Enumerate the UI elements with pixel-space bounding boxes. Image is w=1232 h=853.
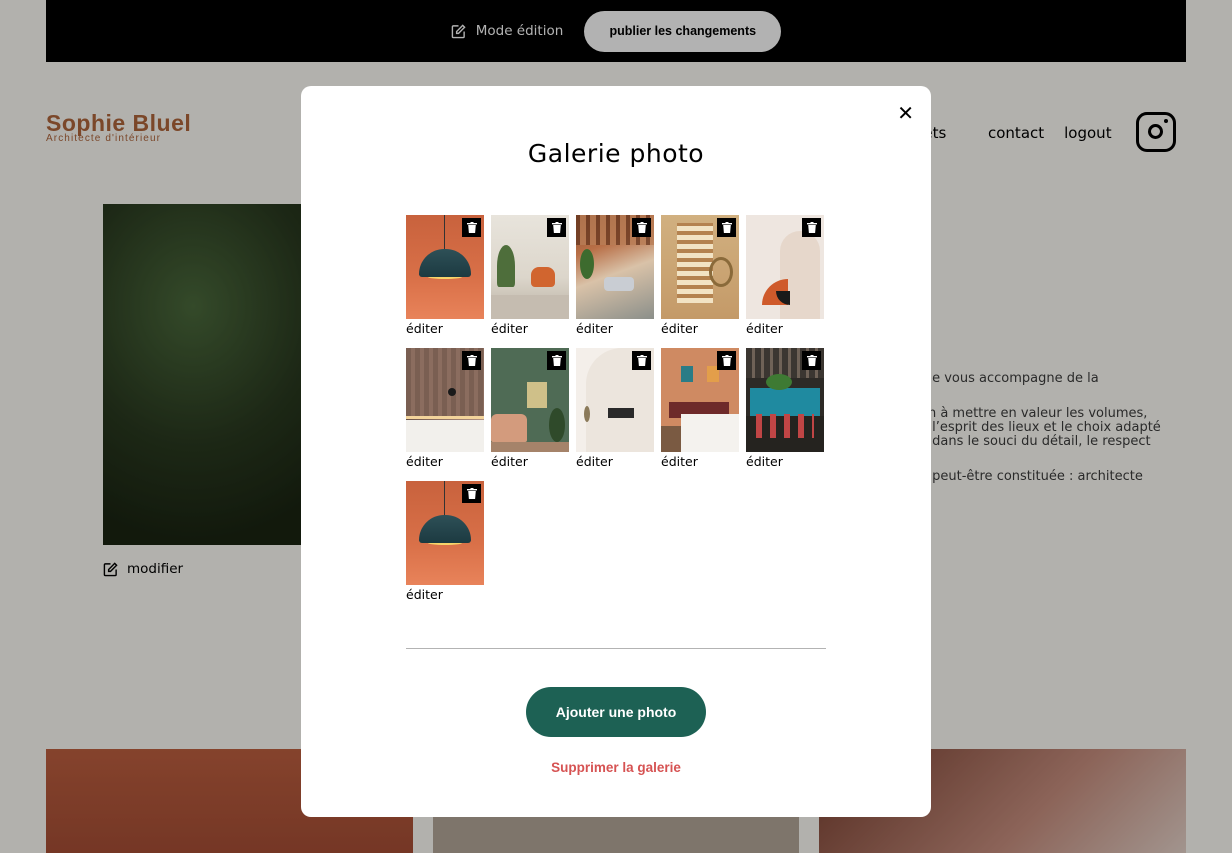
thumbnail-image (661, 348, 739, 452)
thumbnail-image (746, 215, 824, 319)
gallery-thumbnail: éditer (491, 348, 569, 469)
thumbnail-image (576, 215, 654, 319)
trash-icon[interactable] (462, 218, 481, 237)
edit-photo-link[interactable]: éditer (491, 321, 569, 336)
edit-photo-link[interactable]: éditer (576, 454, 654, 469)
edit-photo-link[interactable]: éditer (661, 454, 739, 469)
edit-photo-link[interactable]: éditer (406, 321, 484, 336)
gallery-thumbnail: éditer (576, 348, 654, 469)
thumbnail-image (661, 215, 739, 319)
gallery-thumbnail: éditer (406, 348, 484, 469)
trash-icon[interactable] (802, 351, 821, 370)
thumbnail-image (406, 481, 484, 585)
edit-photo-link[interactable]: éditer (746, 321, 824, 336)
edit-photo-link[interactable]: éditer (406, 454, 484, 469)
gallery-thumbnail: éditer (746, 348, 824, 469)
close-icon[interactable]: ✕ (897, 103, 914, 123)
gallery-thumbnail: éditer (661, 348, 739, 469)
gallery-thumbnail: éditer (406, 481, 484, 602)
edit-photo-link[interactable]: éditer (491, 454, 569, 469)
modal-title: Galerie photo (527, 139, 705, 168)
thumbnail-image (406, 348, 484, 452)
thumbnail-image (491, 348, 569, 452)
thumbnail-image (746, 348, 824, 452)
trash-icon[interactable] (717, 351, 736, 370)
delete-gallery-link[interactable]: Supprimer la galerie (301, 760, 931, 775)
thumbnail-image (491, 215, 569, 319)
gallery-thumbnail: éditer (491, 215, 569, 336)
trash-icon[interactable] (802, 218, 821, 237)
thumbnail-image (576, 348, 654, 452)
trash-icon[interactable] (547, 218, 566, 237)
trash-icon[interactable] (632, 218, 651, 237)
trash-icon[interactable] (547, 351, 566, 370)
edit-photo-link[interactable]: éditer (576, 321, 654, 336)
edit-photo-link[interactable]: éditer (746, 454, 824, 469)
gallery-thumbnail: éditer (746, 215, 824, 336)
edit-photo-link[interactable]: éditer (661, 321, 739, 336)
trash-icon[interactable] (462, 351, 481, 370)
divider (406, 648, 826, 649)
gallery-thumbnail: éditer (576, 215, 654, 336)
gallery-thumbnail: éditer (406, 215, 484, 336)
gallery-thumbnail: éditer (661, 215, 739, 336)
thumbnail-image (406, 215, 484, 319)
trash-icon[interactable] (632, 351, 651, 370)
edit-photo-link[interactable]: éditer (406, 587, 484, 602)
add-photo-button[interactable]: Ajouter une photo (526, 687, 706, 737)
gallery-modal: ✕ Galerie photo éditer éditer éditer éditer… (301, 86, 931, 817)
trash-icon[interactable] (462, 484, 481, 503)
trash-icon[interactable] (717, 218, 736, 237)
